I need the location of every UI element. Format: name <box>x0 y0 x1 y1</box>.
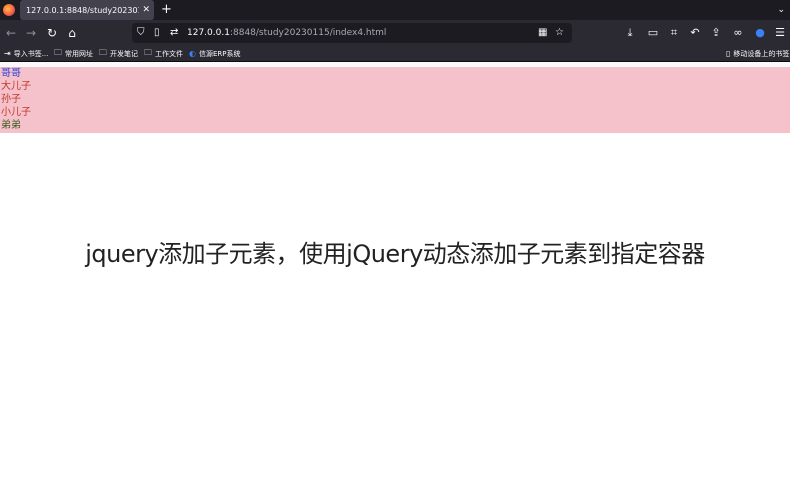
share-icon[interactable]: ⇪ <box>708 25 724 41</box>
caption-text: jquery添加子元素，使用jQuery动态添加子元素到指定容器 <box>85 240 705 268</box>
bookmark-folder-dev-notes[interactable]: 🗀 开发笔记 <box>99 46 138 61</box>
url-text[interactable]: 127.0.0.1:8848/study20230115/index4.html <box>187 23 386 43</box>
text-line-youngest-son: 小儿子 <box>1 107 31 118</box>
globe-icon: ◐ <box>189 49 196 58</box>
undo-icon[interactable]: ↶ <box>687 25 703 41</box>
firefox-logo-icon <box>3 4 15 16</box>
folder-icon: 🗀 <box>144 47 152 57</box>
forward-icon[interactable]: → <box>23 25 39 41</box>
tab-bar: 127.0.0.1:8848/study20230115/index4.html… <box>0 0 790 20</box>
qr-code-icon[interactable]: ▦ <box>538 25 547 41</box>
home-icon[interactable]: ⌂ <box>64 25 80 41</box>
shield-icon[interactable]: ⛉ <box>137 25 145 41</box>
text-line-brother-elder: 哥哥 <box>1 68 21 79</box>
download-icon[interactable]: ⤓ <box>622 25 638 41</box>
close-icon[interactable]: ✕ <box>142 5 150 15</box>
bookmark-label: 常用网址 <box>65 49 93 58</box>
screenshot-icon[interactable]: ⌗ <box>666 25 682 41</box>
mobile-device-icon: ▯ <box>726 49 731 58</box>
bookmark-label: 工作文件 <box>155 49 183 58</box>
text-line-grandson: 孙子 <box>1 94 21 105</box>
bookmarks-toolbar: ⇥ 导入书签... 🗀 常用网址 🗀 开发笔记 🗀 工作文件 ◐ 信源ERP系统… <box>0 46 790 62</box>
mobile-bookmarks-label: 移动设备上的书签 <box>733 49 790 58</box>
url-bar[interactable]: ⛉ ▯ ⇄ 127.0.0.1:8848/study20230115/index… <box>132 23 572 43</box>
folder-icon: 🗀 <box>99 47 107 57</box>
permissions-icon[interactable]: ⇄ <box>170 25 178 41</box>
chevron-down-icon[interactable]: ⌄ <box>777 2 785 18</box>
container-box: 哥哥 大儿子 孙子 小儿子 弟弟 <box>0 67 790 133</box>
text-line-brother-younger: 弟弟 <box>1 120 21 131</box>
import-icon: ⇥ <box>4 49 11 58</box>
reload-icon[interactable]: ↻ <box>44 25 60 41</box>
url-host: 127.0.0.1 <box>187 28 230 38</box>
url-path: :8848/study20230115/index4.html <box>229 28 387 38</box>
infinity-icon[interactable]: ∞ <box>730 25 746 41</box>
back-icon[interactable]: ← <box>3 25 19 41</box>
text-line-eldest-son: 大儿子 <box>1 81 31 92</box>
bookmark-folder-common[interactable]: 🗀 常用网址 <box>54 46 93 61</box>
bookmark-import[interactable]: ⇥ 导入书签... <box>4 46 48 61</box>
bookmark-erp[interactable]: ◐ 信源ERP系统 <box>189 46 241 61</box>
page-icon[interactable]: ▯ <box>154 25 160 41</box>
folder-icon: 🗀 <box>54 47 62 57</box>
bookmark-folder-work-files[interactable]: 🗀 工作文件 <box>144 46 183 61</box>
menu-icon[interactable]: ☰ <box>772 25 788 41</box>
account-icon[interactable]: ● <box>752 25 768 41</box>
active-tab[interactable]: 127.0.0.1:8848/study20230115/index4.html… <box>20 0 154 20</box>
bookmark-label: 信源ERP系统 <box>198 49 241 58</box>
navigation-toolbar: ← → ↻ ⌂ ⛉ ▯ ⇄ 127.0.0.1:8848/study202301… <box>0 20 790 46</box>
new-tab-button[interactable]: + <box>161 1 172 19</box>
bookmark-label: 开发笔记 <box>110 49 138 58</box>
bookmark-label: 导入书签... <box>13 49 49 58</box>
star-icon[interactable]: ☆ <box>555 25 564 41</box>
mobile-bookmarks[interactable]: ▯ 移动设备上的书签 <box>726 46 789 61</box>
tab-title: 127.0.0.1:8848/study20230115/index4.html <box>26 5 139 15</box>
extension-icon[interactable]: ▭ <box>645 25 661 41</box>
